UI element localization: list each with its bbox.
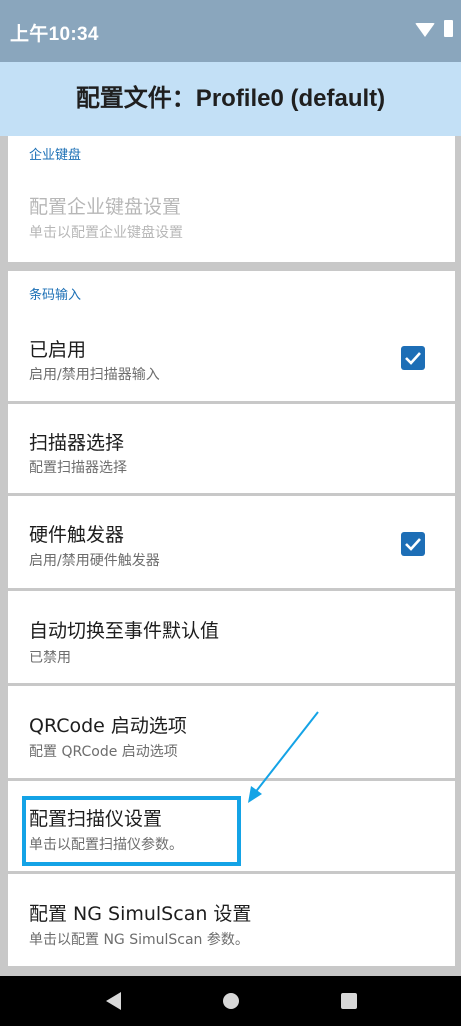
nav-recents-icon[interactable]	[341, 993, 357, 1009]
annotation-arrow-icon	[248, 711, 319, 803]
navigation-bar	[0, 976, 461, 1026]
nav-back-icon[interactable]	[106, 992, 121, 1010]
nav-home-icon[interactable]	[223, 993, 239, 1009]
